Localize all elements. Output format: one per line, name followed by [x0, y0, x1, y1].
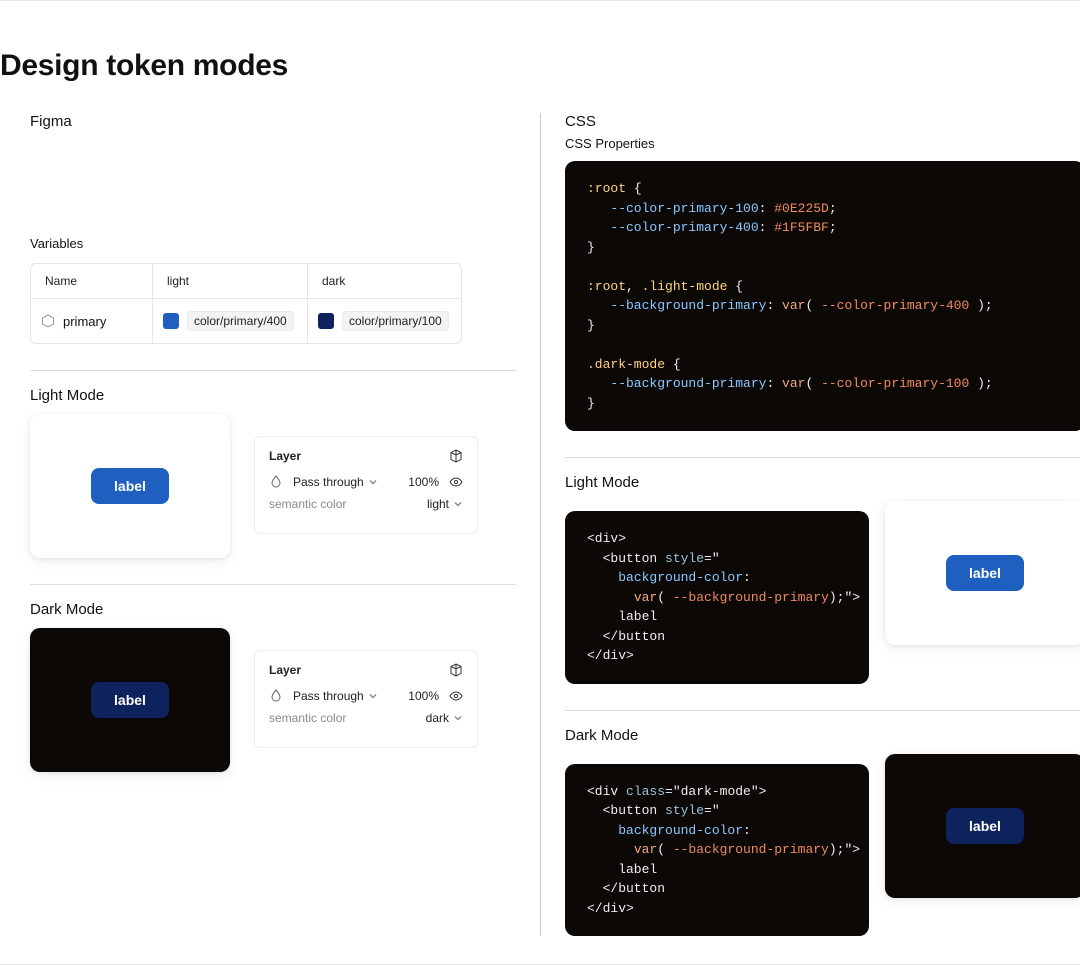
- semantic-dropdown[interactable]: light: [427, 497, 463, 511]
- blend-row: Pass through 100%: [269, 689, 463, 703]
- variables-table: Name light dark primary color/primary/40…: [30, 263, 462, 344]
- variables-label: Variables: [30, 236, 516, 251]
- droplet-icon: [269, 475, 283, 489]
- chevron-down-icon: [368, 477, 378, 487]
- var-name-cell: primary: [31, 298, 153, 343]
- dark-swatch: [318, 313, 334, 329]
- light-preview-row: label Layer: [30, 414, 516, 558]
- light-mode-heading: Light Mode: [30, 387, 516, 404]
- table-header-row: Name light dark: [31, 264, 461, 298]
- figma-heading: Figma: [30, 113, 516, 130]
- page: Design token modes Figma Variables Name …: [0, 0, 1080, 965]
- css-light-heading: Light Mode: [565, 474, 1080, 491]
- css-dark-code: <div class="dark-mode"> <button style=" …: [565, 764, 869, 937]
- opacity-value[interactable]: 100%: [408, 689, 439, 703]
- eye-icon[interactable]: [449, 689, 463, 703]
- css-light-code: <div> <button style=" background-color: …: [565, 511, 869, 684]
- table-row: primary color/primary/400 color/primary/…: [31, 298, 461, 343]
- light-chip: color/primary/400: [187, 311, 294, 331]
- semantic-row: semantic color light: [269, 497, 463, 511]
- dark-chip: color/primary/100: [342, 311, 449, 331]
- blend-row: Pass through 100%: [269, 475, 463, 489]
- css-light-card: label: [885, 501, 1080, 645]
- semantic-dropdown[interactable]: dark: [426, 711, 463, 725]
- col-light: light: [153, 264, 308, 298]
- columns: Figma Variables Name light dark primary: [0, 113, 1080, 936]
- layer-title: Layer: [269, 663, 301, 677]
- variable-hex-icon: [41, 314, 55, 328]
- chevron-down-icon: [453, 499, 463, 509]
- semantic-value: dark: [426, 711, 449, 725]
- var-dark-cell[interactable]: color/primary/100: [308, 298, 461, 343]
- semantic-label: semantic color: [269, 711, 346, 725]
- dark-preview-button[interactable]: label: [91, 682, 169, 718]
- css-dark-row: <div class="dark-mode"> <button style=" …: [565, 754, 1080, 937]
- divider: [565, 710, 1080, 711]
- light-preview-card: label: [30, 414, 230, 558]
- cube-icon[interactable]: [449, 449, 463, 463]
- col-name: Name: [31, 264, 153, 298]
- var-light-cell[interactable]: color/primary/400: [153, 298, 308, 343]
- layer-panel-head: Layer: [269, 449, 463, 463]
- layer-panel-head: Layer: [269, 663, 463, 677]
- css-properties-label: CSS Properties: [565, 136, 1080, 151]
- blend-value: Pass through: [293, 689, 364, 703]
- css-dark-card: label: [885, 754, 1080, 898]
- chevron-down-icon: [368, 691, 378, 701]
- blend-dropdown[interactable]: Pass through: [293, 689, 378, 703]
- css-light-button[interactable]: label: [946, 555, 1024, 591]
- css-column: CSS CSS Properties :root { --color-prima…: [540, 113, 1080, 936]
- semantic-label: semantic color: [269, 497, 346, 511]
- divider: [30, 370, 516, 371]
- css-light-row: <div> <button style=" background-color: …: [565, 501, 1080, 684]
- var-name: primary: [63, 314, 106, 329]
- dark-mode-heading: Dark Mode: [30, 601, 516, 618]
- light-preview-button[interactable]: label: [91, 468, 169, 504]
- divider: [30, 584, 516, 585]
- blend-dropdown[interactable]: Pass through: [293, 475, 378, 489]
- spacer: [30, 130, 516, 230]
- col-dark: dark: [308, 264, 461, 298]
- semantic-row: semantic color dark: [269, 711, 463, 725]
- css-root-code: :root { --color-primary-100: #0E225D; --…: [565, 161, 1080, 431]
- layer-panel-dark: Layer Pass through: [254, 650, 478, 748]
- droplet-icon: [269, 689, 283, 703]
- layer-title: Layer: [269, 449, 301, 463]
- css-dark-heading: Dark Mode: [565, 727, 1080, 744]
- divider: [565, 457, 1080, 458]
- css-dark-button[interactable]: label: [946, 808, 1024, 844]
- opacity-value[interactable]: 100%: [408, 475, 439, 489]
- blend-value: Pass through: [293, 475, 364, 489]
- light-swatch: [163, 313, 179, 329]
- css-heading: CSS: [565, 113, 1080, 130]
- chevron-down-icon: [453, 713, 463, 723]
- layer-panel-light: Layer Pass through: [254, 436, 478, 534]
- eye-icon[interactable]: [449, 475, 463, 489]
- page-title: Design token modes: [0, 49, 1080, 83]
- figma-column: Figma Variables Name light dark primary: [0, 113, 540, 936]
- semantic-value: light: [427, 497, 449, 511]
- dark-preview-row: label Layer: [30, 628, 516, 772]
- cube-icon[interactable]: [449, 663, 463, 677]
- dark-preview-card: label: [30, 628, 230, 772]
